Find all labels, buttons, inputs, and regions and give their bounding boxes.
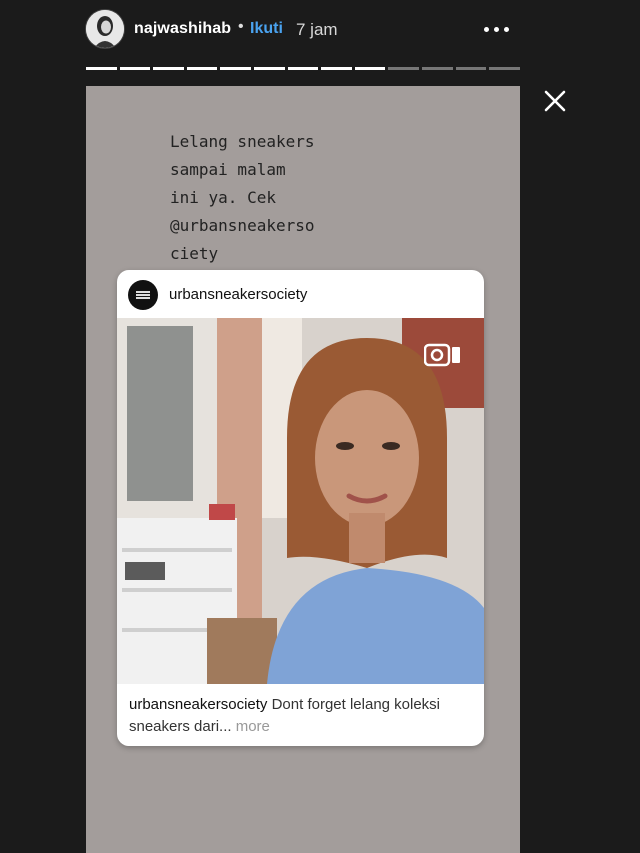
- progress-segment: [287, 67, 319, 70]
- follow-button[interactable]: Ikuti: [250, 20, 283, 38]
- user-avatar[interactable]: [86, 10, 124, 48]
- progress-segment: [321, 67, 352, 70]
- progress-segment: [119, 67, 151, 70]
- post-caption-username[interactable]: urbansneakersociety: [129, 696, 267, 713]
- progress-segment: [220, 67, 252, 70]
- post-username[interactable]: urbansneakersociety: [169, 286, 307, 303]
- post-caption-ellipsis: ...: [219, 718, 236, 735]
- progress-segment: [254, 67, 285, 70]
- story-content: Lelang sneakers sampai malam ini ya. Cek…: [86, 86, 520, 853]
- progress-segment: [455, 67, 487, 70]
- shared-post-card[interactable]: urbansneakersociety urbansneakersociety …: [117, 270, 484, 746]
- separator-dot: •: [238, 18, 244, 35]
- story-progress-bar: [86, 67, 520, 71]
- post-media-image[interactable]: [117, 318, 484, 684]
- progress-segment: [422, 67, 453, 70]
- post-header: urbansneakersociety: [117, 270, 484, 318]
- story-username[interactable]: najwashihab: [134, 20, 231, 38]
- progress-segment: [388, 67, 420, 70]
- progress-segment: [86, 67, 117, 70]
- progress-segment: [489, 67, 520, 70]
- progress-segment: [186, 67, 218, 70]
- more-horizontal-icon[interactable]: [478, 17, 514, 41]
- close-icon[interactable]: [540, 86, 570, 116]
- progress-segment: [354, 67, 386, 70]
- post-caption: urbansneakersociety Dont forget lelang k…: [129, 694, 474, 738]
- story-header: najwashihab • Ikuti 7 jam: [0, 0, 640, 60]
- story-timestamp: 7 jam: [296, 20, 338, 39]
- story-caption: Lelang sneakers sampai malam ini ya. Cek…: [170, 132, 315, 263]
- more-link[interactable]: more: [236, 718, 270, 735]
- video-icon: [424, 342, 462, 368]
- post-account-logo[interactable]: [128, 280, 158, 310]
- progress-segment: [153, 67, 184, 70]
